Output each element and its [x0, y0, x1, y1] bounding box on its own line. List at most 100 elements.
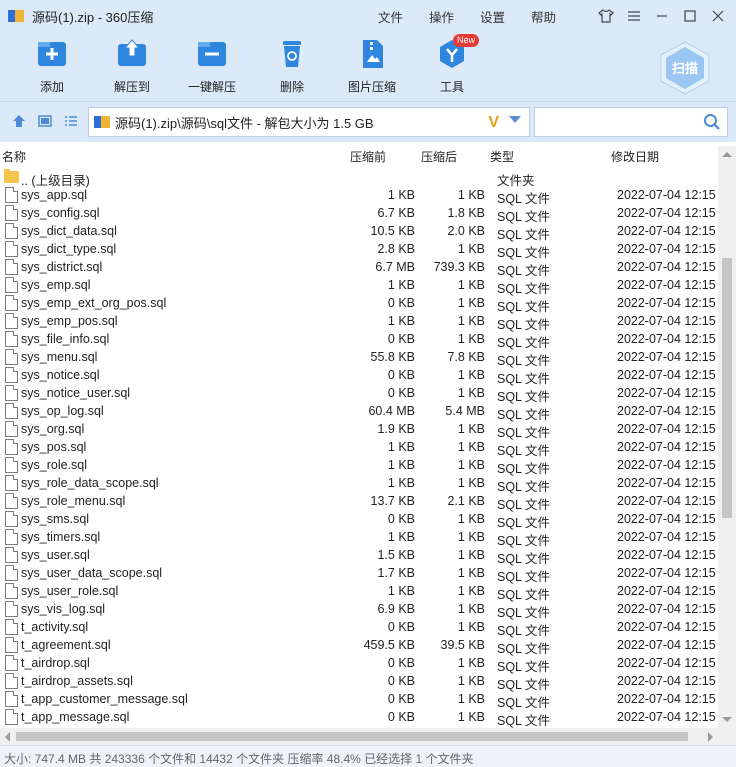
- file-size-before: 0 KB: [387, 692, 415, 706]
- delete-button[interactable]: 删除: [252, 38, 332, 95]
- file-row[interactable]: sys_dict_data.sql 10.5 KB 2.0 KB SQL 文件 2022…: [0, 222, 718, 242]
- file-row[interactable]: sys_sms.sql 0 KB 1 KB SQL 文件 2022-07-04 12:1…: [0, 510, 718, 530]
- vertical-scrollbar[interactable]: [718, 146, 736, 728]
- file-row[interactable]: sys_vis_log.sql 6.9 KB 1 KB SQL 文件 2022-07-0…: [0, 600, 718, 620]
- column-modified[interactable]: 修改日期: [611, 148, 659, 165]
- menu-help[interactable]: 帮助: [531, 7, 556, 26]
- file-row[interactable]: sys_user.sql 1.5 KB 1 KB SQL 文件 2022-07-04 1…: [0, 546, 718, 566]
- maximize-icon[interactable]: [678, 4, 702, 28]
- horizontal-scroll-thumb[interactable]: [16, 732, 688, 741]
- file-name: sys_user_role.sql: [21, 584, 119, 598]
- path-dropdown-icon[interactable]: [509, 116, 521, 123]
- vertical-scroll-thumb[interactable]: [722, 258, 732, 518]
- address-bar: 源码(1).zip\源码\sql文件 - 解包大小为 1.5 GB V: [0, 102, 736, 142]
- add-button[interactable]: 添加: [12, 38, 92, 95]
- file-name: sys_role_data_scope.sql: [21, 476, 159, 490]
- file-row[interactable]: sys_org.sql 1.9 KB 1 KB SQL 文件 2022-07-04 12…: [0, 420, 718, 440]
- window-controls: [590, 0, 730, 32]
- menu-settings[interactable]: 设置: [480, 7, 505, 26]
- file-row[interactable]: sys_menu.sql 55.8 KB 7.8 KB SQL 文件 2022-07-0…: [0, 348, 718, 368]
- file-icon: [5, 349, 18, 365]
- file-modified-date: 2022-07-04 12:15: [617, 548, 716, 562]
- extract-to-button[interactable]: 解压到: [92, 38, 172, 95]
- horizontal-scrollbar[interactable]: [0, 728, 718, 745]
- file-modified-date: 2022-07-04 12:15: [617, 584, 716, 598]
- file-row[interactable]: sys_emp_ext_org_pos.sql 0 KB 1 KB SQL 文件 202…: [0, 294, 718, 314]
- scroll-right-icon[interactable]: [708, 732, 713, 742]
- file-row[interactable]: t_agreement.sql 459.5 KB 39.5 KB SQL 文件 2022…: [0, 636, 718, 656]
- file-row[interactable]: sys_dict_type.sql 2.8 KB 1 KB SQL 文件 2022-07…: [0, 240, 718, 260]
- scan-button[interactable]: 扫描: [658, 40, 712, 96]
- skin-shirt-icon[interactable]: [594, 4, 618, 28]
- menu-operation[interactable]: 操作: [429, 7, 454, 26]
- scroll-left-icon[interactable]: [5, 732, 10, 742]
- file-row[interactable]: sys_role_data_scope.sql 1 KB 1 KB SQL 文件 202…: [0, 474, 718, 494]
- search-icon[interactable]: [703, 113, 721, 131]
- file-row[interactable]: sys_role_menu.sql 13.7 KB 2.1 KB SQL 文件 2022…: [0, 492, 718, 512]
- file-row[interactable]: t_app_customer_message.sql 0 KB 1 KB SQL 文件…: [0, 690, 718, 710]
- scroll-down-icon[interactable]: [722, 717, 732, 722]
- column-compressed-before[interactable]: 压缩前: [350, 148, 386, 165]
- search-field[interactable]: [534, 107, 728, 137]
- file-icon: [5, 187, 18, 203]
- file-row[interactable]: sys_user_role.sql 1 KB 1 KB SQL 文件 2022-07-0…: [0, 582, 718, 602]
- file-size-after: 1 KB: [457, 674, 485, 688]
- file-icon: [5, 295, 18, 311]
- column-compressed-after[interactable]: 压缩后: [421, 148, 457, 165]
- file-name: t_airdrop.sql: [21, 656, 90, 670]
- file-modified-date: 2022-07-04 12:15: [617, 206, 716, 220]
- file-row[interactable]: sys_emp.sql 1 KB 1 KB SQL 文件 2022-07-04 12:1…: [0, 276, 718, 296]
- scroll-up-icon[interactable]: [722, 152, 732, 157]
- file-modified-date: 2022-07-04 12:15: [617, 566, 716, 580]
- menu-file[interactable]: 文件: [378, 7, 403, 26]
- up-arrow-icon[interactable]: [11, 114, 27, 130]
- window-title: 源码(1).zip - 360压缩: [32, 9, 154, 25]
- file-row[interactable]: t_airdrop_assets.sql 0 KB 1 KB SQL 文件 2022-0…: [0, 672, 718, 692]
- search-input[interactable]: [541, 108, 701, 136]
- v-logo-icon[interactable]: V: [488, 114, 499, 132]
- file-icon: [5, 601, 18, 617]
- file-row[interactable]: sys_notice_user.sql 0 KB 1 KB SQL 文件 2022-07…: [0, 384, 718, 404]
- file-row[interactable]: sys_notice.sql 0 KB 1 KB SQL 文件 2022-07-04 1…: [0, 366, 718, 386]
- file-modified-date: 2022-07-04 12:15: [617, 368, 716, 382]
- file-size-before: 0 KB: [387, 296, 415, 310]
- file-size-after: 1 KB: [457, 368, 485, 382]
- path-field[interactable]: 源码(1).zip\源码\sql文件 - 解包大小为 1.5 GB V: [88, 107, 530, 137]
- file-row[interactable]: sys_district.sql 6.7 MB 739.3 KB SQL 文件 2022…: [0, 258, 718, 278]
- file-modified-date: 2022-07-04 12:15: [617, 440, 716, 454]
- parent-directory-row[interactable]: .. (上级目录) 文件夹: [0, 168, 718, 188]
- file-size-before: 6.9 KB: [377, 602, 415, 616]
- file-row[interactable]: sys_config.sql 6.7 KB 1.8 KB SQL 文件 2022-07-…: [0, 204, 718, 224]
- extract-to-label: 解压到: [113, 80, 150, 94]
- close-icon[interactable]: [706, 4, 730, 28]
- column-type[interactable]: 类型: [490, 148, 514, 165]
- file-row[interactable]: t_airdrop.sql 0 KB 1 KB SQL 文件 2022-07-04 12…: [0, 654, 718, 674]
- file-name: sys_sms.sql: [21, 512, 90, 526]
- file-row[interactable]: t_app_message.sql 0 KB 1 KB SQL 文件 2022-07-0…: [0, 708, 718, 728]
- file-icon: [5, 367, 18, 383]
- file-icon: [5, 223, 18, 239]
- file-row[interactable]: sys_role.sql 1 KB 1 KB SQL 文件 2022-07-04 12:…: [0, 456, 718, 476]
- tools-button[interactable]: New 工具: [412, 34, 492, 95]
- file-row[interactable]: sys_app.sql 1 KB 1 KB SQL 文件 2022-07-04 12:1…: [0, 186, 718, 206]
- file-size-after: 1 KB: [457, 620, 485, 634]
- image-compress-button[interactable]: 图片压缩: [332, 38, 412, 95]
- file-row[interactable]: sys_op_log.sql 60.4 MB 5.4 MB SQL 文件 2022-07…: [0, 402, 718, 422]
- thumbnail-view-icon[interactable]: [37, 114, 53, 130]
- file-row[interactable]: sys_emp_pos.sql 1 KB 1 KB SQL 文件 2022-07-04 …: [0, 312, 718, 332]
- column-name[interactable]: 名称: [2, 148, 26, 165]
- file-modified-date: 2022-07-04 12:15: [617, 278, 716, 292]
- list-view-icon[interactable]: [63, 114, 79, 130]
- file-size-after: 1 KB: [457, 422, 485, 436]
- file-row[interactable]: sys_file_info.sql 0 KB 1 KB SQL 文件 2022-07-0…: [0, 330, 718, 350]
- file-row[interactable]: t_activity.sql 0 KB 1 KB SQL 文件 2022-07-04 1…: [0, 618, 718, 638]
- file-row[interactable]: sys_pos.sql 1 KB 1 KB SQL 文件 2022-07-04 12:1…: [0, 438, 718, 458]
- file-size-after: 5.4 MB: [445, 404, 485, 418]
- one-click-extract-label: 一键解压: [187, 80, 236, 94]
- minimize-icon[interactable]: [650, 4, 674, 28]
- one-click-extract-button[interactable]: 一键解压: [172, 38, 252, 95]
- menu-hamburger-icon[interactable]: [622, 4, 646, 28]
- file-row[interactable]: sys_timers.sql 1 KB 1 KB SQL 文件 2022-07-04 1…: [0, 528, 718, 548]
- file-size-before: 1 KB: [387, 476, 415, 490]
- file-row[interactable]: sys_user_data_scope.sql 1.7 KB 1 KB SQL 文件 2…: [0, 564, 718, 584]
